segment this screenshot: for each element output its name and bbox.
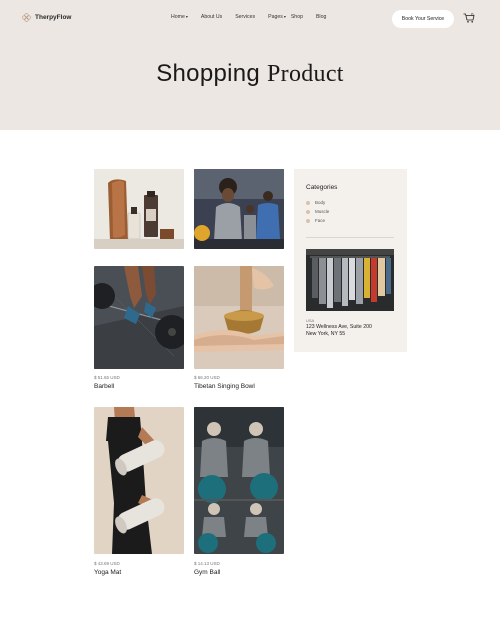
- brand-name: TherpyFlow: [35, 14, 72, 21]
- category-body[interactable]: Body: [306, 200, 325, 205]
- nav-item-services[interactable]: Services: [235, 14, 255, 20]
- product-image-singing-bowl[interactable]: [194, 266, 284, 369]
- product-image-yoga-mat[interactable]: [94, 407, 184, 554]
- bullet-dot-icon: [306, 209, 310, 214]
- chevron-down-icon: ▾: [185, 14, 188, 19]
- book-service-button[interactable]: Book Your Service: [392, 10, 454, 28]
- sidebar-divider: [306, 237, 394, 238]
- main-nav: Home▾ About Us Services Pages▾ Shop Blog: [171, 14, 326, 20]
- nav-item-home[interactable]: Home▾: [171, 14, 188, 20]
- nav-item-pages[interactable]: Pages▾: [268, 14, 286, 20]
- product-image-skincare[interactable]: [94, 169, 184, 249]
- product-image-gym-ball[interactable]: [194, 407, 284, 554]
- categories-heading: Categories: [306, 184, 338, 191]
- product-name[interactable]: Barbell: [94, 383, 114, 390]
- store-address: 123 Wellness Ave, Suite 200 New York, NY…: [306, 324, 372, 337]
- bullet-dot-icon: [306, 200, 310, 205]
- chevron-down-icon: ▾: [283, 14, 286, 19]
- category-face[interactable]: Face: [306, 218, 325, 223]
- product-price: $ 43.69 USD: [94, 561, 120, 566]
- product-price: $ 51.65 USD: [94, 375, 120, 380]
- cart-count: 0: [471, 12, 474, 17]
- product-name[interactable]: Gym Ball: [194, 569, 220, 576]
- hero-banner: TherpyFlow Home▾ About Us Services Pages…: [0, 0, 500, 130]
- store-country: USA: [306, 318, 315, 323]
- product-price: $ 66.20 USD: [194, 375, 220, 380]
- nav-item-blog[interactable]: Blog: [316, 14, 326, 20]
- page-title: Shopping Product: [156, 60, 344, 87]
- product-price: $ 14.13 USD: [194, 561, 220, 566]
- product-image-barbell[interactable]: [94, 266, 184, 369]
- nav-item-shop[interactable]: Shop: [291, 14, 303, 20]
- store-image-clothing-rack: [306, 249, 394, 311]
- flower-logo-icon: [22, 13, 31, 22]
- bullet-dot-icon: [306, 218, 310, 223]
- product-name[interactable]: Yoga Mat: [94, 569, 121, 576]
- brand-logo[interactable]: TherpyFlow: [22, 13, 71, 22]
- category-muscle[interactable]: Muscle: [306, 209, 329, 214]
- product-image-fitness-class[interactable]: [194, 169, 284, 249]
- nav-item-about[interactable]: About Us: [201, 14, 222, 20]
- product-name[interactable]: Tibetan Singing Bowl: [194, 383, 255, 390]
